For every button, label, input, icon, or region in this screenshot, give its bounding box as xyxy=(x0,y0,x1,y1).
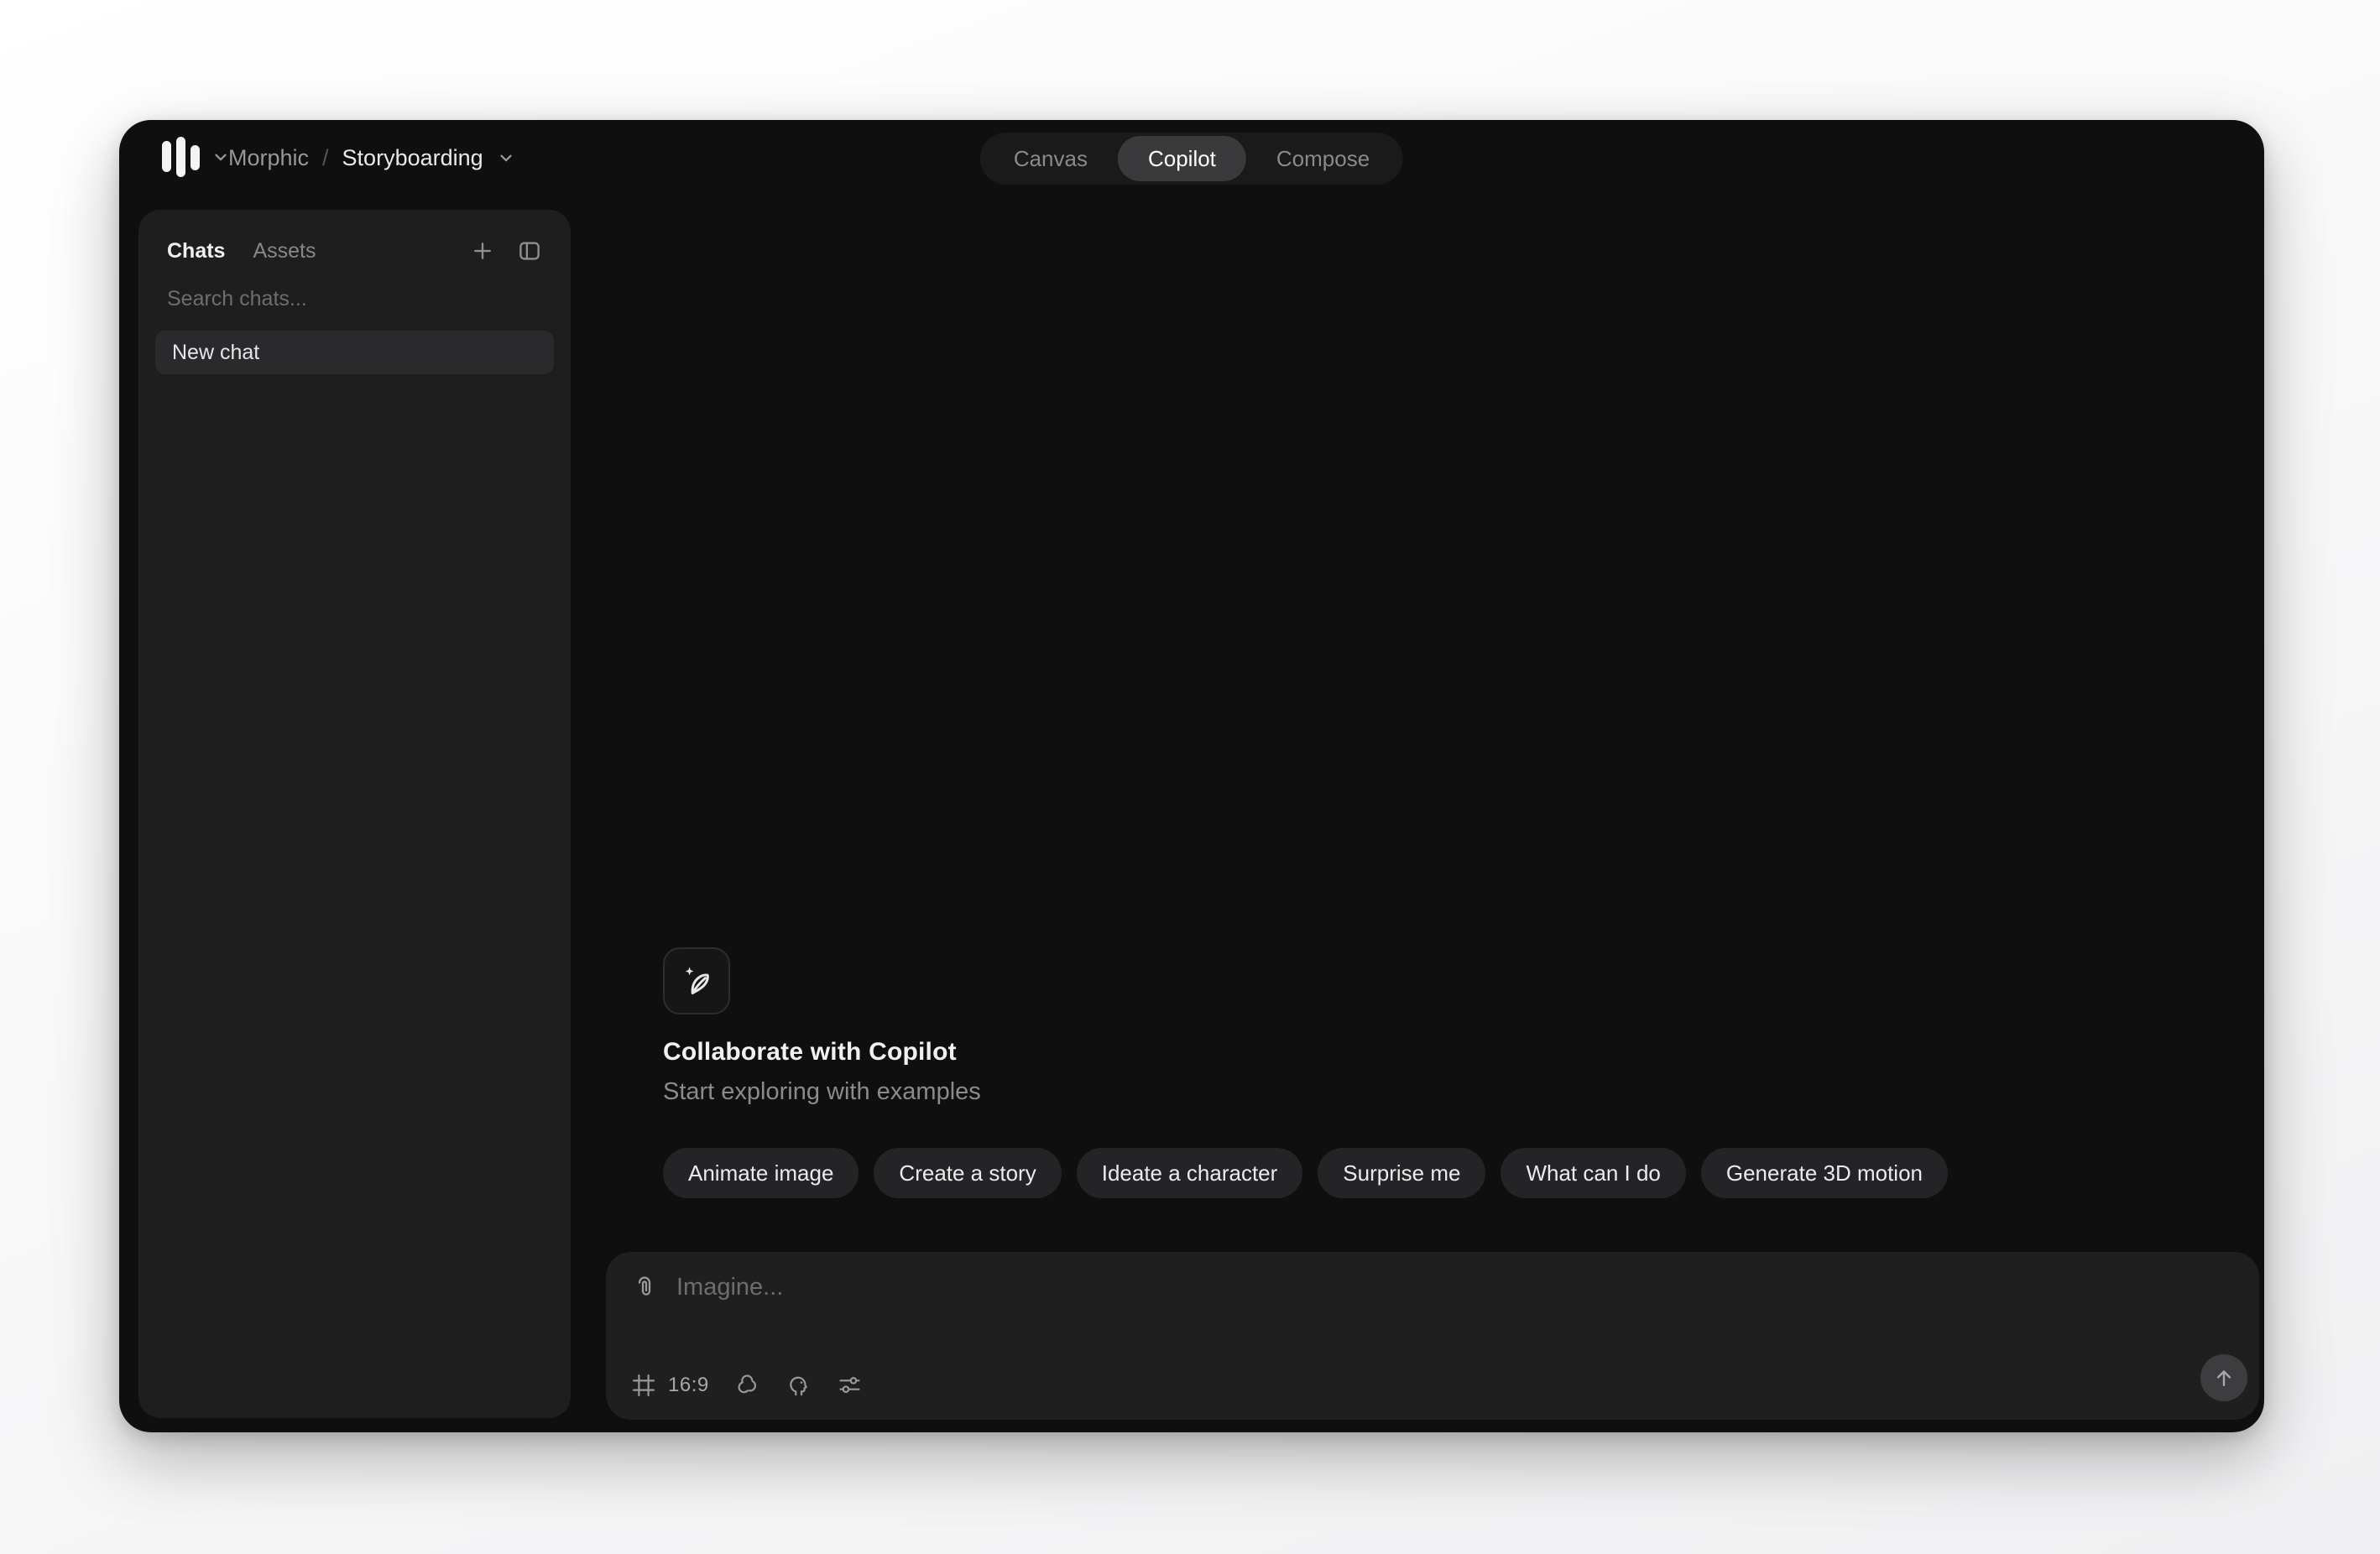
model-swirl-icon[interactable] xyxy=(734,1372,760,1398)
example-animate-image[interactable]: Animate image xyxy=(663,1148,859,1198)
settings-sliders-icon[interactable] xyxy=(837,1372,863,1398)
collapse-panel-icon[interactable] xyxy=(517,238,542,263)
breadcrumb: Morphic / Storyboarding xyxy=(228,120,515,196)
composer-toolbar: 16:9 xyxy=(631,1372,863,1398)
sidebar-tab-assets[interactable]: Assets xyxy=(253,239,316,263)
copilot-empty-state: Collaborate with Copilot Start exploring… xyxy=(663,947,1948,1198)
sidebar: Chats Assets New chat xyxy=(138,210,571,1418)
sidebar-header: Chats Assets xyxy=(155,228,554,274)
breadcrumb-separator: / xyxy=(322,145,329,171)
hero-subtitle: Start exploring with examples xyxy=(663,1078,1948,1106)
send-button[interactable] xyxy=(2200,1354,2247,1401)
example-ideate-character[interactable]: Ideate a character xyxy=(1077,1148,1303,1198)
new-chat-plus-icon[interactable] xyxy=(470,238,495,263)
workspace-menu[interactable] xyxy=(162,135,230,179)
view-switcher: Canvas Copilot Compose xyxy=(980,133,1403,185)
breadcrumb-workspace[interactable]: Morphic xyxy=(228,145,309,171)
morphic-logo-icon xyxy=(162,137,200,177)
search-row xyxy=(155,274,554,324)
tab-compose[interactable]: Compose xyxy=(1246,136,1400,181)
example-create-story[interactable]: Create a story xyxy=(874,1148,1061,1198)
example-generate-3d-motion[interactable]: Generate 3D motion xyxy=(1701,1148,1948,1198)
example-what-can-i-do[interactable]: What can I do xyxy=(1501,1148,1685,1198)
tab-copilot[interactable]: Copilot xyxy=(1118,136,1246,181)
prompt-input[interactable] xyxy=(676,1274,2158,1301)
app-window: Morphic / Storyboarding Canvas Copilot C… xyxy=(119,120,2264,1432)
sidebar-tab-chats[interactable]: Chats xyxy=(167,239,225,263)
topbar: Morphic / Storyboarding Canvas Copilot C… xyxy=(119,120,2264,196)
copilot-feather-icon xyxy=(663,947,730,1014)
aspect-ratio-control[interactable]: 16:9 xyxy=(631,1373,709,1398)
example-prompts: Animate image Create a story Ideate a ch… xyxy=(663,1148,1948,1198)
chat-list-item[interactable]: New chat xyxy=(155,331,554,374)
search-chats-input[interactable] xyxy=(167,287,542,311)
prompt-composer: 16:9 xyxy=(606,1252,2259,1420)
hero-title: Collaborate with Copilot xyxy=(663,1038,1948,1066)
character-head-icon[interactable] xyxy=(786,1372,812,1398)
frame-icon xyxy=(631,1373,656,1398)
arrow-up-icon xyxy=(2211,1365,2236,1390)
chevron-down-icon xyxy=(211,148,230,166)
chat-title: New chat xyxy=(172,341,259,365)
chevron-down-icon[interactable] xyxy=(497,149,515,167)
tab-canvas[interactable]: Canvas xyxy=(984,136,1118,181)
example-surprise-me[interactable]: Surprise me xyxy=(1318,1148,1485,1198)
aspect-ratio-value: 16:9 xyxy=(668,1374,709,1397)
attach-file-icon[interactable] xyxy=(631,1274,658,1301)
breadcrumb-project[interactable]: Storyboarding xyxy=(342,145,483,171)
